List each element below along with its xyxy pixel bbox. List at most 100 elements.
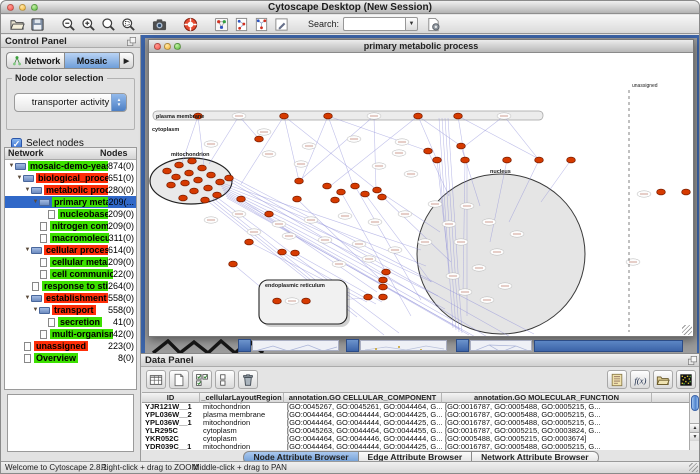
- graph-node[interactable]: [278, 249, 287, 255]
- graph-node[interactable]: [190, 188, 199, 194]
- table-cell[interactable]: [GO:0016787, GO:0005215, GO:0003824, G..…: [442, 427, 652, 435]
- graph-node[interactable]: [461, 157, 470, 163]
- tree-row[interactable]: cellular metabo209(0): [5, 256, 136, 268]
- graph-node[interactable]: [324, 113, 333, 119]
- column-header[interactable]: _cellularLayoutRegion: [200, 393, 284, 403]
- network-close-button[interactable]: [154, 43, 161, 50]
- graph-node[interactable]: [188, 158, 197, 164]
- graph-node[interactable]: [424, 148, 433, 154]
- graph-edge[interactable]: [209, 116, 239, 164]
- graph-node[interactable]: [181, 180, 190, 186]
- background-window-fragment[interactable]: [252, 340, 339, 351]
- close-button[interactable]: [7, 4, 14, 11]
- function-builder-button[interactable]: f(x): [630, 370, 650, 389]
- graph-node[interactable]: [295, 178, 304, 184]
- tree-row[interactable]: nucleobase-209(0): [5, 208, 136, 220]
- table-cell[interactable]: [GO:0016787, GO:0005488, GO:0005215, G..…: [442, 403, 652, 411]
- disclosure-triangle-icon[interactable]: ▼: [16, 175, 23, 181]
- network-minimize-button[interactable]: [164, 43, 171, 50]
- float-panel-icon[interactable]: [687, 355, 698, 366]
- disclosure-triangle-icon[interactable]: ▼: [32, 199, 39, 205]
- background-window-fragment[interactable]: [470, 340, 532, 351]
- graph-node[interactable]: [379, 294, 388, 300]
- network-overview-button[interactable]: [211, 15, 231, 33]
- graph-edge[interactable]: [458, 116, 541, 160]
- tree-row[interactable]: cell communicat22(0): [5, 268, 136, 280]
- scrollbar-thumb[interactable]: [691, 395, 699, 411]
- graph-node[interactable]: [245, 239, 254, 245]
- table-row[interactable]: YKR052Ccytoplasm[GO:0044464, GO:0044446,…: [142, 435, 689, 443]
- zoom-in-button[interactable]: [78, 15, 98, 33]
- scroll-down-arrow[interactable]: ▼: [690, 432, 700, 441]
- graph-node[interactable]: [323, 183, 332, 189]
- table-row[interactable]: YPL036W__2plasma membrane[GO:0044464, GO…: [142, 411, 689, 419]
- table-cell[interactable]: cytoplasm: [200, 427, 284, 435]
- scroll-up-arrow[interactable]: ▲: [690, 423, 700, 432]
- layout-b-button[interactable]: [251, 15, 271, 33]
- graph-edge[interactable]: [504, 116, 539, 160]
- table-cell[interactable]: mitochondrion: [200, 443, 284, 450]
- table-cell[interactable]: YKR052C: [142, 435, 200, 443]
- disclosure-triangle-icon[interactable]: ▼: [24, 187, 31, 193]
- column-header[interactable]: ID: [142, 393, 200, 403]
- graph-node[interactable]: [163, 168, 172, 174]
- tab-mosaic[interactable]: Mosaic: [64, 52, 120, 69]
- minimize-button[interactable]: [19, 4, 26, 11]
- birds-eye-view[interactable]: [7, 394, 134, 452]
- tree-row[interactable]: ▼cellular process614(0): [5, 244, 136, 256]
- node-color-dropdown[interactable]: transporter activity ▲▼: [14, 93, 127, 112]
- graph-node[interactable]: [207, 172, 216, 178]
- graph-edge[interactable]: [458, 116, 465, 160]
- graph-node[interactable]: [302, 298, 311, 304]
- search-input[interactable]: [343, 17, 405, 31]
- dropdown-stepper-icon[interactable]: ▲▼: [111, 94, 126, 111]
- disclosure-triangle-icon[interactable]: ▼: [8, 163, 15, 169]
- graph-node[interactable]: [167, 182, 176, 188]
- table-cell[interactable]: [GO:0044464, GO:0044446, GO:0044444, G..…: [284, 435, 442, 443]
- disclosure-triangle-icon[interactable]: ▼: [24, 295, 31, 301]
- tree-row[interactable]: ▼biological_process651(0): [5, 172, 136, 184]
- graph-node[interactable]: [535, 157, 544, 163]
- graph-node[interactable]: [454, 113, 463, 119]
- graph-node[interactable]: [175, 162, 184, 168]
- table-cell[interactable]: [GO:0016787, GO:0005488, GO:0005215, G..…: [442, 443, 652, 450]
- graph-node[interactable]: [433, 157, 442, 163]
- snapshot-button[interactable]: [149, 15, 169, 33]
- graph-node[interactable]: [225, 175, 234, 181]
- search-dropdown-arrow[interactable]: ▼: [405, 17, 418, 31]
- table-row[interactable]: YDR039C__1mitochondrion[GO:0044464, GO:0…: [142, 443, 689, 450]
- table-cell[interactable]: YJR121W__1: [142, 403, 200, 411]
- table-cell[interactable]: YLR295C: [142, 427, 200, 435]
- graph-node[interactable]: [185, 170, 194, 176]
- graph-node[interactable]: [255, 136, 264, 142]
- table-cell[interactable]: [GO:0044464, GO:0044444, GO:0044425, G..…: [284, 443, 442, 450]
- graph-node[interactable]: [361, 191, 370, 197]
- graph-node[interactable]: [373, 187, 382, 193]
- graph-node[interactable]: [201, 197, 210, 203]
- layout-a-button[interactable]: [231, 15, 251, 33]
- graph-node[interactable]: [213, 192, 222, 198]
- graph-edge[interactable]: [328, 116, 353, 185]
- graph-edge[interactable]: [297, 199, 381, 280]
- table-cell[interactable]: YPL036W__1: [142, 419, 200, 427]
- tree-row[interactable]: secretion41(0): [5, 316, 136, 328]
- graph-node[interactable]: [682, 189, 691, 195]
- search-combobox[interactable]: ▼: [343, 17, 418, 31]
- delete-attribute-button[interactable]: [238, 370, 258, 389]
- tree-row[interactable]: ▼mosaic-demo-yeast874(0): [5, 160, 136, 172]
- zoom-fit-button[interactable]: [118, 15, 138, 33]
- table-row[interactable]: YPL036W__1mitochondrion[GO:0044464, GO:0…: [142, 419, 689, 427]
- graph-edge[interactable]: [465, 116, 504, 146]
- table-cell[interactable]: [GO:0044464, GO:0044444, GO:0044425, G..…: [284, 419, 442, 427]
- disclosure-triangle-icon[interactable]: ▼: [32, 307, 39, 313]
- matrix-view-button[interactable]: [676, 370, 696, 389]
- table-cell[interactable]: [GO:0005488, GO:0005215, GO:0003674]: [442, 435, 652, 443]
- table-row[interactable]: YLR295Ccytoplasm[GO:0045263, GO:0044464,…: [142, 427, 689, 435]
- graph-node[interactable]: [382, 269, 391, 275]
- new-attribute-button[interactable]: [169, 370, 189, 389]
- graph-node[interactable]: [172, 174, 181, 180]
- table-cell[interactable]: cytoplasm: [200, 435, 284, 443]
- select-attributes-button[interactable]: [192, 370, 212, 389]
- graph-node[interactable]: [280, 113, 289, 119]
- tree-row[interactable]: macromolecule311(0): [5, 232, 136, 244]
